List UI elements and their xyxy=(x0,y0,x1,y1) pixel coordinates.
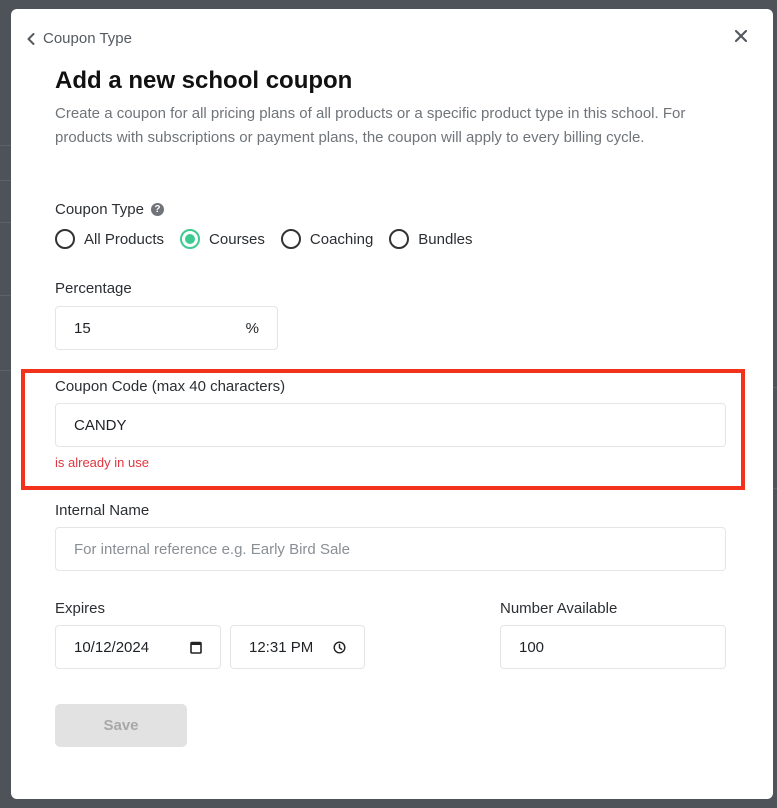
radio-label: Courses xyxy=(209,230,265,248)
bg-divider xyxy=(773,387,777,388)
back-to-coupon-type-link[interactable]: Coupon Type xyxy=(27,30,132,47)
expires-label: Expires xyxy=(55,600,106,617)
expires-date-input[interactable]: 10/12/2024 xyxy=(55,625,221,669)
save-button[interactable]: Save xyxy=(55,704,187,747)
radio-bundles[interactable]: Bundles xyxy=(389,229,473,249)
number-available-field[interactable] xyxy=(500,625,726,669)
clock-icon[interactable] xyxy=(333,640,346,654)
radio-all-products[interactable]: All Products xyxy=(55,229,164,249)
number-available-input[interactable] xyxy=(519,638,707,656)
radio-circle[interactable] xyxy=(280,229,301,249)
bg-divider xyxy=(773,488,777,489)
close-icon xyxy=(735,30,747,42)
radio-label: Coaching xyxy=(309,230,374,248)
coupon-type-label-text: Coupon Type xyxy=(55,201,144,218)
bg-divider xyxy=(0,222,11,223)
bg-divider xyxy=(0,145,11,146)
coupon-code-error: is already in use xyxy=(55,455,149,470)
radio-circle[interactable] xyxy=(389,229,410,249)
percentage-field[interactable]: % xyxy=(55,306,278,350)
expires-date-value: 10/12/2024 xyxy=(74,638,150,656)
internal-name-field[interactable] xyxy=(55,527,726,571)
close-button[interactable] xyxy=(731,26,751,46)
help-icon[interactable]: ? xyxy=(150,203,164,216)
coupon-type-radio-group: All Products Courses Coaching Bundles xyxy=(55,229,489,249)
coupon-code-input[interactable] xyxy=(74,416,707,434)
coupon-code-field[interactable] xyxy=(55,403,726,447)
number-available-label: Number Available xyxy=(500,600,618,617)
bg-divider xyxy=(0,180,11,181)
internal-name-label: Internal Name xyxy=(55,502,150,519)
coupon-code-label: Coupon Code (max 40 characters) xyxy=(55,378,286,395)
radio-coaching[interactable]: Coaching xyxy=(280,229,374,249)
coupon-type-label: Coupon Type ? xyxy=(55,201,164,218)
percentage-label: Percentage xyxy=(55,280,132,297)
add-coupon-modal: Coupon Type Add a new school coupon Crea… xyxy=(11,9,773,799)
bg-divider xyxy=(0,295,11,296)
modal-description: Create a coupon for all pricing plans of… xyxy=(55,105,686,146)
radio-circle[interactable] xyxy=(55,229,75,249)
bg-divider xyxy=(0,370,11,371)
expires-time-input[interactable]: 12:31 PM xyxy=(230,625,365,669)
calendar-icon[interactable] xyxy=(190,641,202,654)
chevron-left-icon xyxy=(27,32,35,45)
modal-title: Add a new school coupon xyxy=(55,67,353,94)
internal-name-input[interactable] xyxy=(74,540,707,558)
back-link-label: Coupon Type xyxy=(43,30,132,47)
radio-label: All Products xyxy=(84,230,165,248)
radio-circle-checked[interactable] xyxy=(180,229,201,249)
percentage-input[interactable] xyxy=(74,319,194,337)
radio-courses[interactable]: Courses xyxy=(180,229,265,249)
radio-label: Bundles xyxy=(418,230,473,248)
percent-suffix: % xyxy=(245,319,259,337)
expires-time-value: 12:31 PM xyxy=(249,638,314,656)
